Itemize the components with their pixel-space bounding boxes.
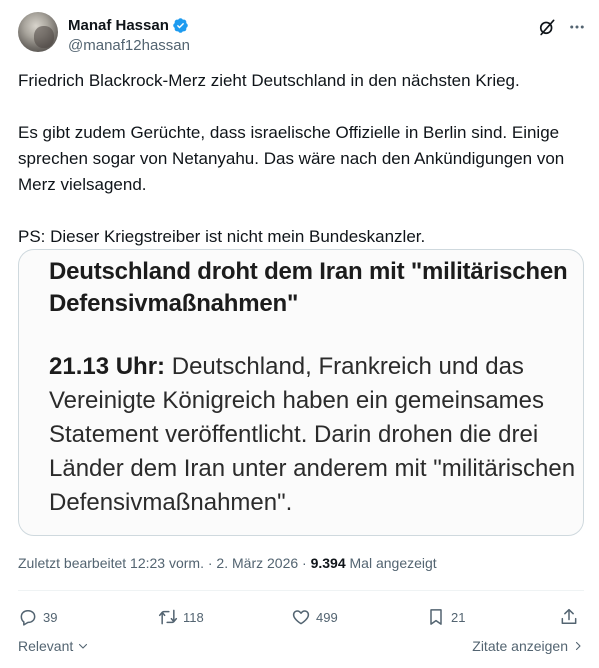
more-icon[interactable] <box>566 16 588 38</box>
tweet-paragraph: Friedrich Blackrock-Merz zieht Deutschla… <box>18 71 520 90</box>
action-bar: 39 118 499 21 <box>18 604 584 630</box>
sort-dropdown[interactable]: Relevant <box>18 638 89 654</box>
quotes-label: Zitate anzeigen <box>472 638 568 654</box>
like-count: 499 <box>316 609 338 625</box>
verified-icon <box>173 17 188 33</box>
repost-count: 118 <box>183 609 204 625</box>
author-handle[interactable]: @manaf12hassan <box>68 37 190 54</box>
grok-icon[interactable] <box>536 16 558 38</box>
author-display-name[interactable]: Manaf Hassan <box>68 17 169 34</box>
share-icon <box>561 608 577 624</box>
media-time-label: 21.13 Uhr: <box>49 353 166 380</box>
bookmark-icon <box>430 609 442 625</box>
quotes-link[interactable]: Zitate anzeigen <box>472 638 584 654</box>
bookmark-count: 21 <box>451 609 466 625</box>
reply-count: 39 <box>43 609 58 625</box>
tweet-meta: Zuletzt bearbeitet 12:23 vorm. · 2. März… <box>18 555 437 571</box>
chevron-right-icon <box>575 641 581 651</box>
media-body: 21.13 Uhr: Deutschland, Frankreich und d… <box>49 350 579 520</box>
author-names: Manaf Hassan @manaf12hassan <box>68 15 190 55</box>
repost-button[interactable]: 118 <box>158 604 204 630</box>
avatar[interactable] <box>18 12 58 52</box>
chevron-down-icon <box>79 643 88 649</box>
tweet-paragraph: Es gibt zudem Gerüchte, dass israelische… <box>18 123 565 194</box>
divider <box>18 590 584 591</box>
views-count: 9.394 <box>310 555 346 571</box>
reply-button[interactable]: 39 <box>18 604 57 630</box>
media-headline: Deutschland droht dem Iran mit "militäri… <box>49 258 568 317</box>
tweet-header: Manaf Hassan @manaf12hassan <box>18 12 584 56</box>
reply-icon <box>20 610 36 626</box>
share-button[interactable] <box>559 604 584 630</box>
like-button[interactable]: 499 <box>291 604 338 630</box>
replies-footer: Relevant Zitate anzeigen <box>18 638 584 658</box>
like-icon <box>292 610 310 625</box>
media-image[interactable]: Deutschland droht dem Iran mit "militäri… <box>18 249 584 536</box>
tweet-paragraph: PS: Dieser Kriegstreiber ist nicht mein … <box>18 227 426 246</box>
views-label: Mal angezeigt <box>345 555 437 571</box>
bookmark-button[interactable]: 21 <box>426 604 465 630</box>
edited-timestamp[interactable]: Zuletzt bearbeitet 12:23 vorm. · 2. März… <box>18 555 311 571</box>
repost-icon <box>158 609 178 625</box>
sort-label: Relevant <box>18 638 74 654</box>
tweet-text: Friedrich Blackrock-Merz zieht Deutschla… <box>18 68 578 250</box>
